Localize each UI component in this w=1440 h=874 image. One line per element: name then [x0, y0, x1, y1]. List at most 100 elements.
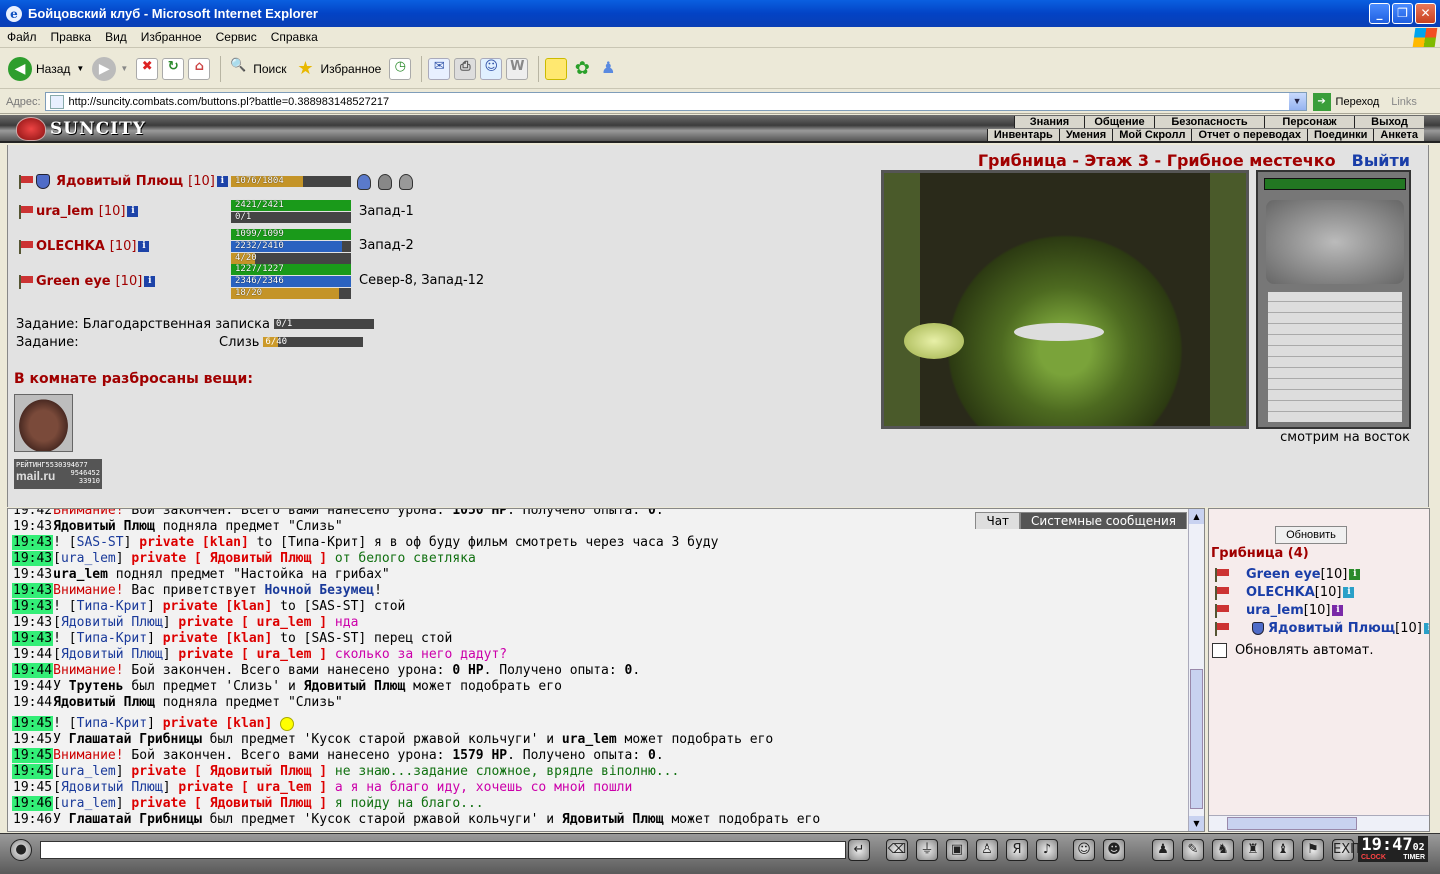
menu-file[interactable]: Файл — [0, 30, 44, 44]
tab-chat[interactable]: Чат — [975, 512, 1021, 529]
chat-text[interactable]: private [klan] — [163, 716, 273, 731]
room-panel-scrollbar[interactable] — [1209, 815, 1429, 831]
scrollbar-thumb[interactable] — [1190, 669, 1203, 809]
chat-text[interactable]: private [ ura_lem ] — [178, 615, 327, 630]
links-button[interactable]: Links — [1391, 96, 1417, 108]
menu-character[interactable]: Персонаж — [1264, 116, 1354, 128]
chat-nickname[interactable]: ura_lem — [61, 796, 116, 811]
menu-security[interactable]: Безопасность — [1154, 116, 1264, 128]
medal-icon[interactable] — [357, 174, 371, 190]
friends-icon[interactable]: ♝ — [1272, 839, 1294, 861]
party-member-name[interactable]: ura_lem — [36, 204, 94, 219]
info-icon[interactable]: i — [1332, 605, 1344, 616]
chat-text[interactable]: private [ ura_lem ] — [178, 647, 327, 662]
dropped-item[interactable] — [14, 394, 73, 452]
save-log-icon[interactable]: ▣ — [946, 839, 968, 861]
chat-nickname[interactable]: Типа-Крит — [77, 716, 147, 731]
team-flag-icon[interactable] — [16, 174, 34, 189]
chat-timestamp[interactable]: 19:44 — [12, 679, 53, 694]
back-button[interactable]: ◀ Назад ▼ — [8, 56, 84, 81]
team-flag-icon[interactable] — [1212, 585, 1230, 600]
chat-text[interactable]: private [ Ядовитый Плющ ] — [131, 764, 327, 779]
filter-icon[interactable]: ⏚ — [916, 839, 938, 861]
team-icon[interactable]: ♞ — [1212, 839, 1234, 861]
clock-label[interactable]: CLOCK — [1361, 854, 1386, 862]
auto-refresh-checkbox[interactable] — [1212, 643, 1227, 658]
party-member-name[interactable]: Green eye — [36, 274, 111, 289]
chat-timestamp[interactable]: 19:45 — [12, 764, 54, 779]
room-player-name[interactable]: ura_lem — [1246, 603, 1304, 618]
chat-input[interactable] — [40, 841, 846, 859]
room-player-name[interactable]: OLECHKA — [1246, 585, 1315, 600]
team-flag-icon[interactable] — [16, 274, 34, 289]
room-player-name[interactable]: Ядовитый Плющ — [1268, 621, 1395, 636]
chat-timestamp[interactable]: 19:46 — [12, 796, 54, 811]
chat-text[interactable]: private [ Ядовитый Плющ ] — [131, 796, 327, 811]
chat-timestamp[interactable]: 19:45 — [12, 716, 54, 731]
maximize-button[interactable]: ❐ — [1392, 3, 1413, 24]
clan-shield-icon[interactable] — [1252, 622, 1264, 635]
chat-nickname[interactable]: Ядовитый Плющ — [61, 780, 163, 795]
suncity-logo[interactable]: SUNCITY — [16, 117, 146, 141]
minimize-button[interactable]: _ — [1369, 3, 1390, 24]
character-icon[interactable]: ♟ — [1152, 839, 1174, 861]
close-button[interactable]: ✕ — [1415, 3, 1436, 24]
chat-timestamp[interactable]: 19:42 — [12, 509, 53, 518]
search-button[interactable]: 🔍 Поиск — [227, 58, 286, 80]
chat-timestamp[interactable]: 19:45 — [12, 748, 54, 763]
translit-icon[interactable]: Я — [1006, 839, 1028, 861]
edit-icon[interactable]: W — [506, 57, 529, 80]
home-icon[interactable]: ⌂ — [188, 57, 211, 80]
chat-timestamp[interactable]: 19:45 — [12, 780, 53, 795]
chat-timestamp[interactable]: 19:44 — [12, 663, 54, 678]
note-icon[interactable] — [545, 57, 568, 80]
party-member-name[interactable]: OLECHKA — [36, 239, 105, 254]
clan-icon[interactable]: ♜ — [1242, 839, 1264, 861]
chat-timestamp[interactable]: 19:43 — [12, 551, 54, 566]
stop-icon[interactable]: ✖ — [136, 57, 159, 80]
favorites-button[interactable]: ★ Избранное — [295, 58, 381, 80]
print-icon[interactable]: ⎙ — [454, 57, 477, 80]
eraser-icon[interactable]: ⌫ — [886, 839, 908, 861]
menu-skills[interactable]: Умения — [1058, 129, 1113, 141]
exit-link[interactable]: Выйти — [1352, 151, 1410, 170]
menu-help[interactable]: Справка — [264, 30, 325, 44]
refresh-icon[interactable]: ↻ — [162, 57, 185, 80]
messenger-icon[interactable]: ☺ — [480, 57, 503, 80]
chat-timestamp[interactable]: 19:46 — [12, 812, 53, 827]
scroll-up-icon[interactable]: ▲ — [1189, 509, 1204, 524]
chat-timestamp[interactable]: 19:43 — [12, 519, 53, 534]
menu-transfer-report[interactable]: Отчет о переводах — [1191, 129, 1308, 141]
chat-timestamp[interactable]: 19:43 — [12, 615, 53, 630]
mailru-counter[interactable]: РЕЙТИНГ5530394677 mail.ru 9546452 33910 — [14, 459, 102, 489]
clan-shield-icon[interactable] — [36, 174, 50, 189]
menu-inventory[interactable]: Инвентарь — [986, 129, 1059, 141]
chat-timestamp[interactable]: 19:45 — [12, 732, 53, 747]
back-dropdown-icon[interactable]: ▼ — [76, 64, 84, 73]
chat-text[interactable]: private [klan] — [139, 535, 249, 550]
emotes-icon[interactable]: ☻ — [1103, 839, 1125, 861]
scroll-down-icon[interactable]: ▼ — [1189, 816, 1204, 831]
info-icon[interactable]: i — [216, 176, 228, 187]
timer-label[interactable]: TIMER — [1403, 854, 1425, 862]
walk-icon[interactable]: ♙ — [976, 839, 998, 861]
info-icon[interactable]: i — [1349, 569, 1361, 580]
chat-menu-icon[interactable]: ● — [10, 839, 32, 861]
chat-text[interactable]: private [ ura_lem ] — [178, 780, 327, 795]
chat-nickname[interactable]: Типа-Крит — [77, 631, 147, 646]
go-button[interactable]: ➔ Переход — [1312, 92, 1379, 111]
forward-dropdown-icon[interactable]: ▼ — [120, 64, 128, 73]
menu-profile[interactable]: Анкета — [1373, 129, 1424, 141]
chat-nickname[interactable]: Ядовитый Плющ — [61, 615, 163, 630]
team-flag-icon[interactable] — [1212, 603, 1230, 618]
team-flag-icon[interactable] — [16, 239, 34, 254]
menu-view[interactable]: Вид — [98, 30, 134, 44]
exit-icon[interactable]: EXIT — [1332, 839, 1362, 861]
info-icon[interactable]: i — [1343, 587, 1355, 598]
chat-nickname[interactable]: Типа-Крит — [77, 599, 147, 614]
scroll-icon[interactable]: ✎ — [1182, 839, 1204, 861]
team-flag-icon[interactable] — [1212, 621, 1230, 636]
smiles-icon[interactable]: ☺ — [1073, 839, 1095, 861]
chat-timestamp[interactable]: 19:44 — [12, 695, 53, 710]
address-dropdown-icon[interactable]: ▼ — [1288, 93, 1306, 110]
